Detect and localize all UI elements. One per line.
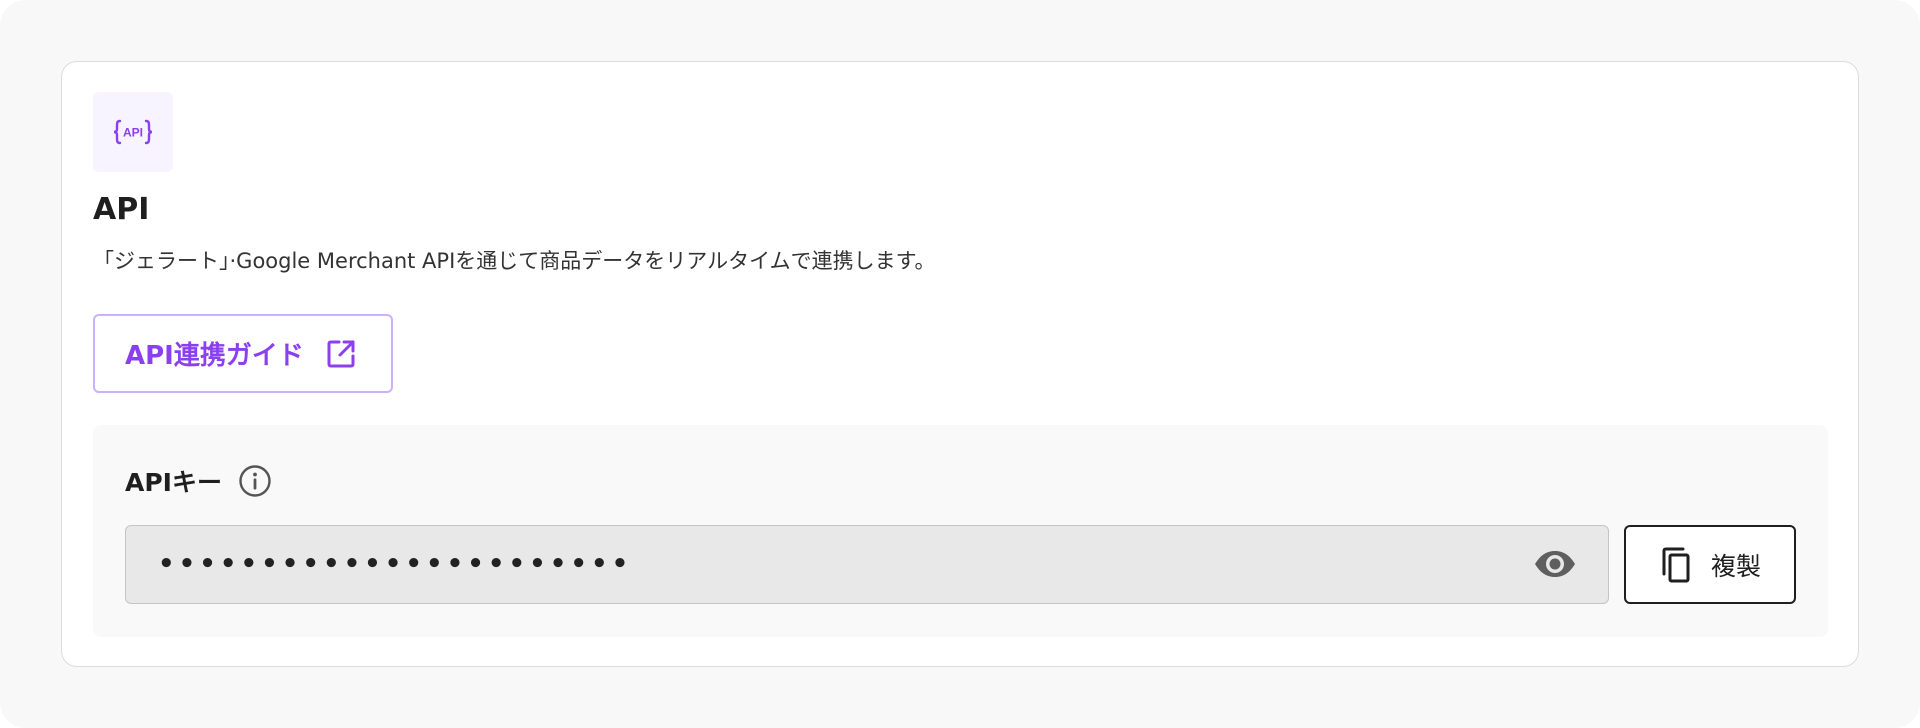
api-guide-button[interactable]: API連携ガイド — [93, 314, 393, 393]
eye-icon[interactable] — [1532, 544, 1578, 584]
api-key-label-row: APIキー — [125, 463, 272, 499]
info-icon[interactable] — [238, 464, 272, 498]
api-key-masked-value: ••••••••••••••••••••••• — [158, 549, 633, 579]
page-background: API API 「ジェラート」·Google Merchant APIを通じて商… — [0, 0, 1920, 728]
api-icon-tile: API — [93, 92, 173, 172]
card-title: API — [93, 192, 150, 227]
external-link-icon — [324, 337, 358, 371]
copy-button[interactable]: 複製 — [1624, 525, 1796, 604]
copy-button-label: 複製 — [1710, 551, 1761, 581]
card-description: 「ジェラート」·Google Merchant APIを通じて商品データをリアル… — [93, 249, 936, 273]
api-settings-card: API API 「ジェラート」·Google Merchant APIを通じて商… — [61, 61, 1859, 667]
api-key-panel: APIキー ••••••••••••••••••••••• 複製 — [93, 425, 1828, 637]
svg-text:API: API — [123, 126, 143, 140]
api-key-field[interactable]: ••••••••••••••••••••••• — [125, 525, 1609, 604]
api-guide-button-label: API連携ガイド — [125, 341, 304, 371]
api-icon: API — [113, 118, 153, 146]
api-key-label: APIキー — [125, 468, 222, 497]
copy-icon — [1659, 546, 1693, 584]
